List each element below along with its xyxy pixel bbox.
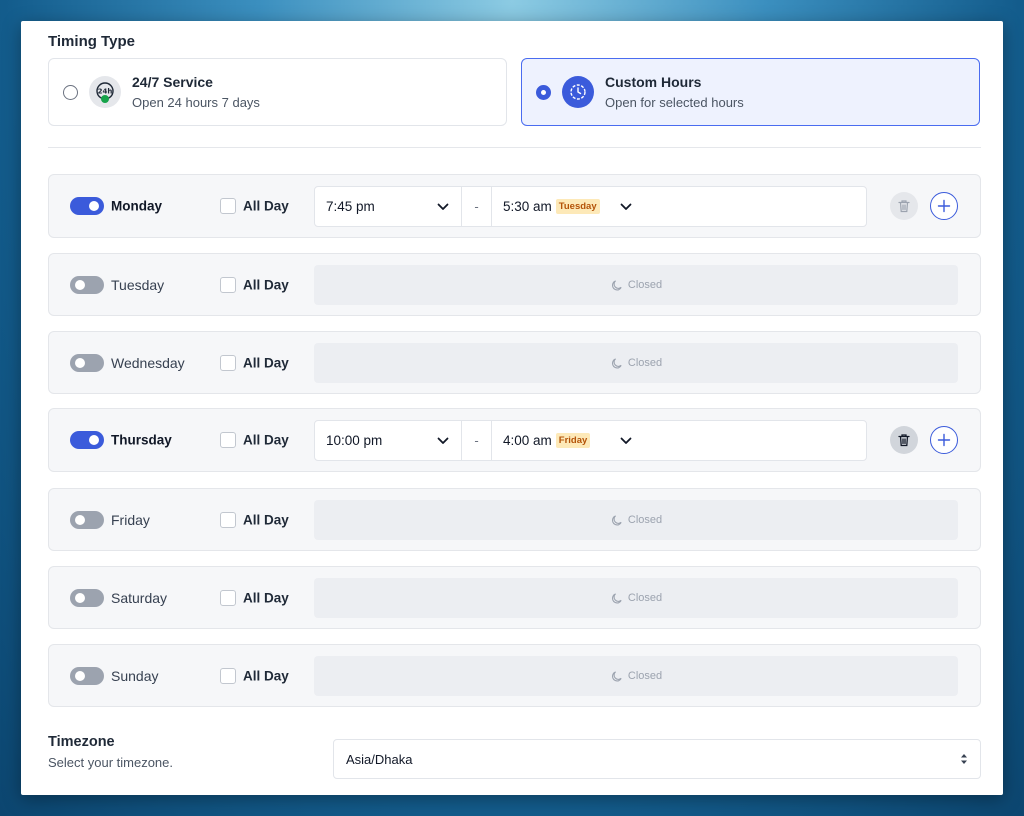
timing-type-title: Timing Type: [48, 33, 135, 50]
time-separator: -: [462, 421, 492, 460]
day-name: Sunday: [111, 667, 159, 684]
end-time-select[interactable]: 5:30 am Tuesday: [492, 187, 632, 226]
day-name: Tuesday: [111, 276, 165, 293]
day-row-tuesday: Tuesday All Day Closed: [48, 253, 981, 316]
24h-icon: 24h: [89, 76, 121, 108]
day-name: Saturday: [111, 589, 168, 606]
day-toggle-saturday[interactable]: [70, 588, 104, 607]
timezone-select[interactable]: Asia/Dhaka: [333, 739, 981, 779]
plus-icon: [937, 433, 951, 447]
all-day-checkbox[interactable]: [220, 432, 236, 448]
add-slot-button[interactable]: [930, 192, 958, 220]
day-toggle-wednesday[interactable]: [70, 353, 104, 372]
day-name: Wednesday: [111, 354, 185, 371]
closed-indicator: Closed: [314, 656, 958, 696]
option-24-7-service[interactable]: 24h 24/7 Service Open 24 hours 7 days: [48, 58, 507, 126]
delete-slot-button[interactable]: [890, 426, 918, 454]
moon-icon: [611, 279, 622, 291]
closed-label: Closed: [627, 514, 663, 526]
all-day-checkbox[interactable]: [220, 354, 236, 371]
delete-slot-button[interactable]: [890, 192, 918, 220]
day-toggle-thursday[interactable]: [70, 431, 104, 449]
day-row-friday: Friday All Day Closed: [48, 488, 981, 551]
trash-icon: [898, 434, 910, 447]
day-row-wednesday: Wednesday All Day Closed: [48, 331, 981, 394]
closed-label: Closed: [627, 357, 663, 369]
day-name: Monday: [111, 198, 163, 214]
all-day-checkbox[interactable]: [220, 667, 236, 684]
option-subtitle: Open for selected hours: [605, 95, 744, 110]
all-day-label: All Day: [243, 432, 289, 448]
closed-label: Closed: [627, 279, 663, 291]
radio-custom-hours[interactable]: [536, 84, 551, 100]
closed-label: Closed: [627, 670, 663, 682]
end-time-select[interactable]: 4:00 am Friday: [492, 421, 632, 460]
all-day-label: All Day: [243, 668, 289, 683]
option-custom-hours[interactable]: Custom Hours Open for selected hours: [521, 58, 980, 126]
chevron-down-icon: [620, 203, 632, 210]
all-day-label: All Day: [243, 512, 289, 527]
start-time-select[interactable]: 7:45 pm: [315, 187, 462, 226]
moon-icon: [611, 357, 622, 369]
start-time-value: 10:00 pm: [326, 433, 383, 448]
all-day-label: All Day: [243, 277, 289, 292]
plus-icon: [937, 199, 951, 213]
timezone-subtitle: Select your timezone.: [48, 755, 174, 770]
day-name: Thursday: [111, 432, 172, 448]
divider: [48, 147, 981, 148]
closed-indicator: Closed: [314, 265, 958, 305]
next-day-badge: Friday: [555, 433, 591, 448]
chevron-down-icon: [437, 203, 449, 210]
all-day-label: All Day: [243, 590, 289, 605]
day-toggle-monday[interactable]: [70, 197, 104, 215]
day-row-saturday: Saturday All Day Closed: [48, 566, 981, 629]
closed-indicator: Closed: [314, 343, 958, 383]
moon-icon: [611, 592, 622, 604]
day-row-sunday: Sunday All Day Closed: [48, 644, 981, 707]
add-slot-button[interactable]: [930, 426, 958, 454]
option-subtitle: Open 24 hours 7 days: [132, 95, 260, 110]
all-day-checkbox[interactable]: [220, 589, 236, 606]
end-time-value: 4:00 am: [503, 433, 552, 448]
radio-24-7[interactable]: [63, 84, 78, 100]
day-toggle-friday[interactable]: [70, 510, 104, 529]
time-range: 10:00 pm - 4:00 am Friday: [314, 420, 867, 461]
start-time-value: 7:45 pm: [326, 199, 375, 214]
closed-indicator: Closed: [314, 578, 958, 618]
clock-icon: [562, 76, 594, 108]
end-time-value: 5:30 am: [503, 199, 552, 214]
moon-icon: [611, 514, 622, 526]
option-title: Custom Hours: [605, 74, 702, 90]
timezone-value: Asia/Dhaka: [346, 751, 413, 767]
timezone-title: Timezone: [48, 734, 115, 750]
svg-text:24h: 24h: [98, 88, 113, 96]
all-day-label: All Day: [243, 355, 289, 370]
all-day-checkbox[interactable]: [220, 511, 236, 528]
closed-label: Closed: [627, 592, 663, 604]
day-name: Friday: [111, 511, 150, 528]
all-day-checkbox[interactable]: [220, 198, 236, 214]
chevron-down-icon: [437, 437, 449, 444]
day-toggle-tuesday[interactable]: [70, 275, 104, 294]
option-title: 24/7 Service: [132, 74, 213, 90]
all-day-checkbox[interactable]: [220, 276, 236, 293]
closed-indicator: Closed: [314, 500, 958, 540]
moon-icon: [611, 670, 622, 682]
all-day-label: All Day: [243, 198, 289, 214]
day-toggle-sunday[interactable]: [70, 666, 104, 685]
day-row-thursday: Thursday All Day 10:00 pm - 4:00 am Frid…: [48, 408, 981, 472]
chevron-down-icon: [620, 437, 632, 444]
opening-hours-panel: Timing Type 24h 24/7 Service Open 24 hou…: [21, 21, 1003, 795]
time-range: 7:45 pm - 5:30 am Tuesday: [314, 186, 867, 227]
select-arrows-icon: [961, 754, 967, 764]
day-row-monday: Monday All Day 7:45 pm - 5:30 am Tuesday: [48, 174, 981, 238]
next-day-badge: Tuesday: [555, 199, 600, 214]
time-separator: -: [462, 187, 492, 226]
start-time-select[interactable]: 10:00 pm: [315, 421, 462, 460]
trash-icon: [898, 200, 910, 213]
